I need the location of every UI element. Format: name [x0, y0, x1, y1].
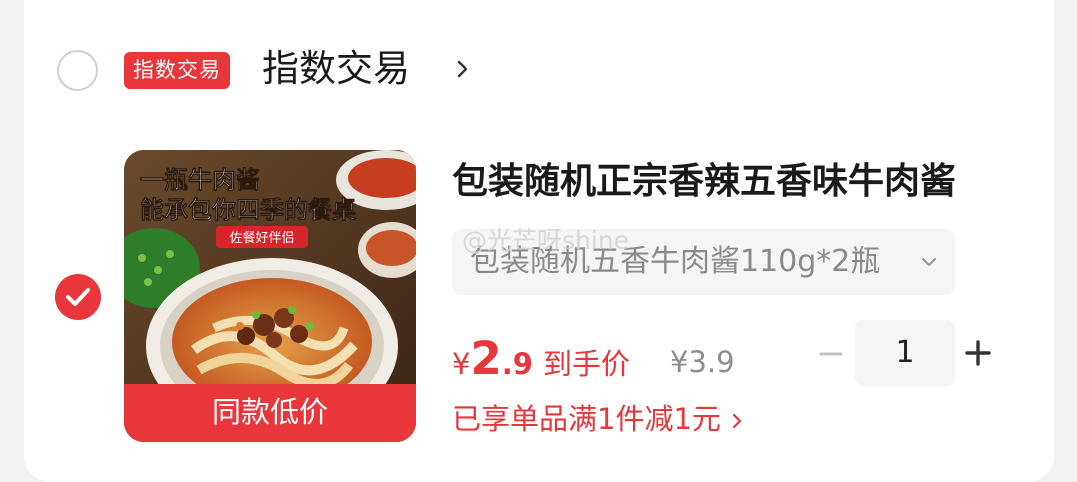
check-icon	[66, 288, 90, 306]
shop-select-radio[interactable]	[57, 50, 98, 91]
promo-text: 已享单品满1件减1元	[452, 402, 721, 436]
image-headline-1: 一瓶牛肉酱	[140, 166, 260, 194]
product-thumbnail[interactable]: 一瓶牛肉酱 能承包你四季的餐桌 佐餐好伴侣 同款低价	[124, 150, 416, 442]
chevron-right-icon[interactable]	[450, 56, 476, 82]
shop-badge: 指数交易	[124, 52, 230, 89]
chevron-down-icon	[921, 257, 937, 267]
price-decimal: .9	[501, 347, 533, 381]
original-price: ¥3.9	[670, 345, 735, 379]
watermark: @光芒呀shine	[462, 226, 630, 255]
image-headline-2: 能承包你四季的餐桌	[140, 196, 356, 224]
promo-discount-link[interactable]: 已享单品满1件减1元	[452, 398, 747, 440]
price-integer: 2	[470, 332, 502, 385]
image-tag: 佐餐好伴侣	[229, 230, 294, 246]
plus-icon[interactable]	[961, 336, 995, 370]
chevron-right-icon	[732, 413, 742, 429]
same-style-low-price-ribbon: 同款低价	[124, 384, 416, 442]
product-title[interactable]: 包装随机正宗香辣五香味牛肉酱	[452, 158, 956, 206]
final-price: ¥2.9 到手价	[452, 332, 630, 385]
minus-icon[interactable]	[815, 338, 847, 370]
item-select-radio[interactable]	[55, 274, 101, 320]
price-label: 到手价	[542, 347, 630, 381]
price-currency: ¥	[452, 347, 471, 381]
quantity-input[interactable]: 1	[855, 320, 955, 386]
shop-name-link[interactable]: 指数交易	[262, 44, 410, 94]
